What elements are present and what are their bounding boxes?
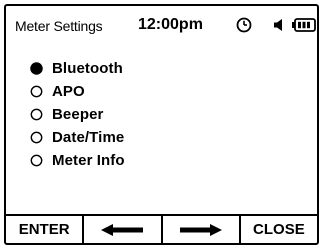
clock-icon: [236, 17, 252, 33]
menu-item-label: APO: [52, 82, 85, 100]
previous-button[interactable]: [84, 216, 163, 243]
settings-menu: Bluetooth APO Beeper Date/Time Meter Inf…: [30, 58, 125, 173]
close-button[interactable]: CLOSE: [241, 216, 317, 243]
menu-item-label: Meter Info: [52, 151, 125, 169]
menu-item-label: Beeper: [52, 105, 104, 123]
next-button[interactable]: [163, 216, 241, 243]
enter-button[interactable]: ENTER: [6, 216, 85, 243]
menu-item-date-time[interactable]: Date/Time: [30, 127, 125, 147]
menu-item-bluetooth[interactable]: Bluetooth: [30, 58, 125, 78]
screen-title: Meter Settings: [15, 18, 103, 34]
left-arrow-icon: [101, 223, 144, 236]
right-arrow-icon: [179, 223, 222, 236]
menu-item-label: Bluetooth: [52, 59, 123, 77]
speaker-icon: [274, 19, 282, 31]
menu-item-label: Date/Time: [52, 128, 125, 146]
status-bar: Meter Settings 12:00pm: [6, 6, 317, 44]
radio-selected-icon: [30, 61, 43, 75]
radio-unselected-icon: [30, 108, 43, 120]
battery-icon: [292, 18, 316, 32]
clock-time: 12:00pm: [138, 16, 203, 33]
menu-item-meter-info[interactable]: Meter Info: [30, 150, 125, 170]
meter-screen: Meter Settings 12:00pm Bluetooth APO Bee…: [4, 4, 319, 245]
radio-unselected-icon: [30, 131, 43, 143]
menu-item-beeper[interactable]: Beeper: [30, 104, 125, 124]
radio-unselected-icon: [30, 154, 43, 166]
radio-unselected-icon: [30, 85, 43, 97]
menu-item-apo[interactable]: APO: [30, 81, 125, 101]
softkey-bar: ENTER CLOSE: [6, 214, 317, 243]
